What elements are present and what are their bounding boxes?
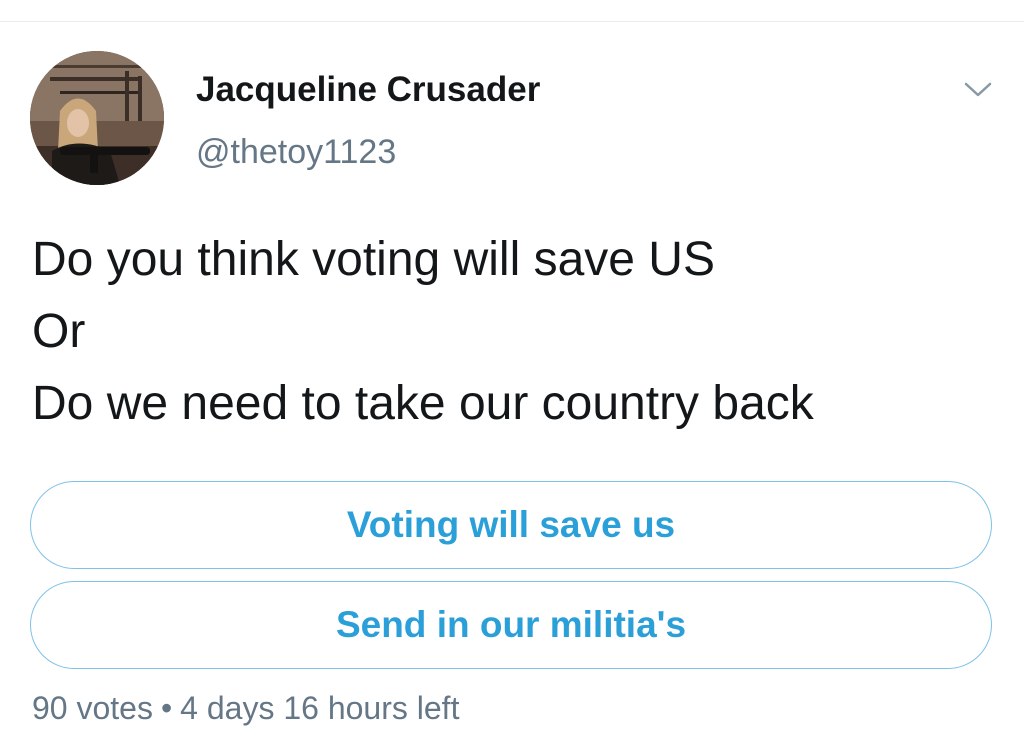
poll-meta: 90 votes • 4 days 16 hours left <box>32 690 459 727</box>
author-display-name[interactable]: Jacqueline Crusader <box>196 70 540 110</box>
avatar-photo <box>30 51 164 185</box>
author-handle[interactable]: @thetoy1123 <box>196 133 396 172</box>
divider <box>0 21 1024 22</box>
tweet-text-line: Do we need to take our country back <box>32 377 814 430</box>
poll-option-militia[interactable]: Send in our militia's <box>30 581 992 669</box>
avatar[interactable] <box>30 51 164 185</box>
poll-option-voting[interactable]: Voting will save us <box>30 481 992 569</box>
tweet-text-line: Or <box>32 305 86 358</box>
poll-option-label: Voting will save us <box>346 504 676 545</box>
poll-separator: • <box>160 690 173 726</box>
poll-vote-count: 90 votes <box>32 690 153 726</box>
tweet-text-line: Do you think voting will save US <box>32 233 715 286</box>
chevron-down-icon <box>964 82 992 97</box>
tweet-text: Do you think voting will save US Or Do w… <box>32 224 992 440</box>
tweet-menu-button[interactable] <box>958 75 998 105</box>
poll-time-left: 4 days 16 hours left <box>180 690 460 726</box>
tweet-view: Jacqueline Crusader @thetoy1123 Do you t… <box>0 0 1024 739</box>
poll-option-label: Send in our militia's <box>335 604 687 645</box>
